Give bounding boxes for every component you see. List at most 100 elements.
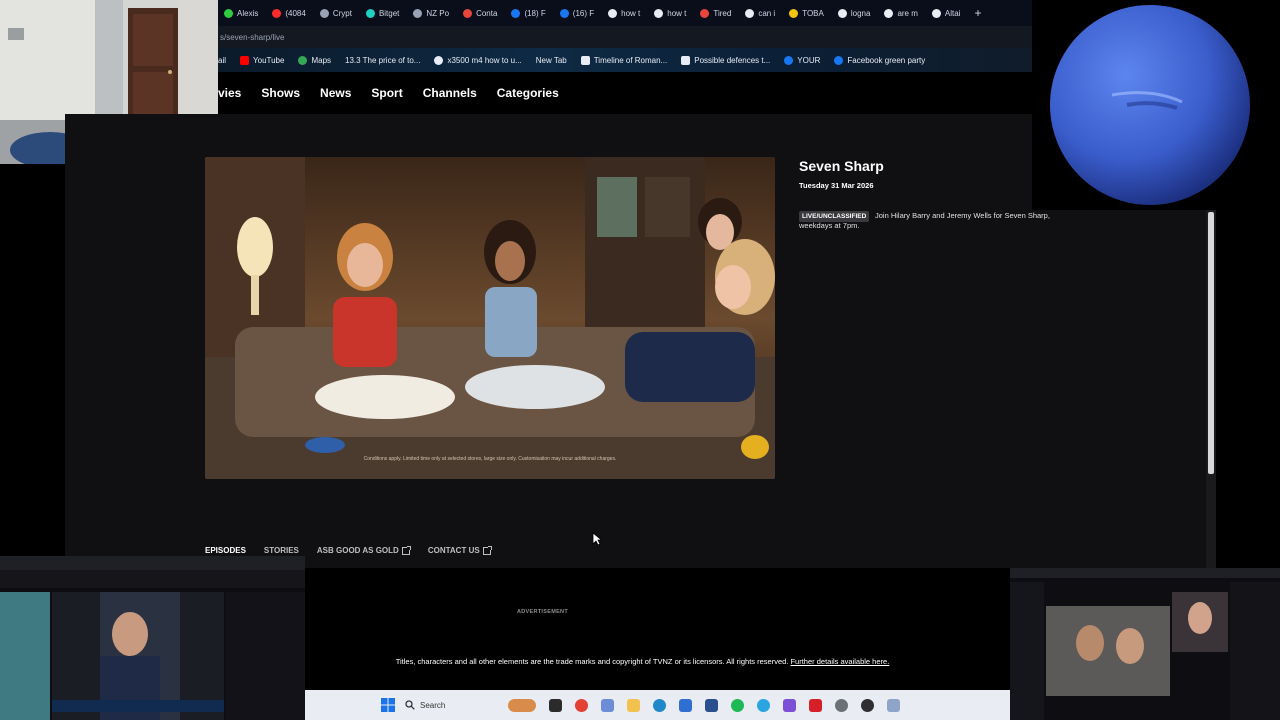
browser-tab[interactable]: Conta	[457, 2, 503, 24]
browser-tab[interactable]: can i	[739, 2, 781, 24]
browser-tab[interactable]: (18) F	[505, 2, 551, 24]
neptune-overlay	[1032, 0, 1280, 210]
widgets-icon[interactable]	[507, 698, 536, 712]
google-icon	[434, 55, 444, 65]
browser-tab[interactable]: how t	[648, 2, 692, 24]
chrome-icon[interactable]	[574, 698, 588, 712]
tab-favicon-icon	[463, 8, 473, 18]
show-title: Seven Sharp	[799, 158, 884, 174]
obs-icon[interactable]	[860, 698, 874, 712]
spotify-icon[interactable]	[730, 698, 744, 712]
youtube-favicon-icon	[272, 8, 282, 18]
stream-preview-right	[1010, 568, 1280, 720]
browser-tab[interactable]: are m	[878, 2, 923, 24]
windows-start-icon[interactable]	[381, 698, 395, 712]
browser-tab[interactable]: Alexis	[218, 2, 264, 24]
stream-preview-left	[0, 556, 305, 720]
nav-item-movies[interactable]: vies	[218, 86, 241, 100]
bookmark-new-tab[interactable]: New Tab	[536, 56, 567, 65]
google-favicon-icon	[837, 8, 847, 18]
google-favicon-icon	[654, 8, 664, 18]
external-link-icon	[401, 545, 411, 555]
google-favicon-icon	[608, 8, 618, 18]
video-caption: Conditions apply. Limited time only at s…	[363, 456, 617, 462]
search-icon	[405, 700, 415, 710]
bookmark-item[interactable]: x3500 m4 how to u...	[434, 55, 522, 65]
app-red-icon[interactable]	[808, 698, 822, 712]
google-favicon-icon	[931, 8, 941, 18]
reddit-favicon-icon	[700, 8, 710, 18]
bitget-favicon-icon	[365, 8, 375, 18]
bookmark-item[interactable]: Facebook green party	[834, 55, 925, 65]
photos-icon[interactable]	[600, 698, 614, 712]
advertisement-label: ADVERTISEMENT	[517, 609, 568, 615]
browser-tab[interactable]: logna	[832, 2, 877, 24]
bookmark-favicon-icon	[681, 55, 691, 65]
bookmark-item[interactable]: ail	[218, 56, 226, 65]
bookmark-item[interactable]: 13.3 The price of to...	[345, 56, 420, 65]
app-icon[interactable]	[886, 698, 900, 712]
browser-tab[interactable]: NZ Po	[407, 2, 455, 24]
wikipedia-icon	[580, 55, 590, 65]
further-details-link[interactable]: Further details available here.	[790, 657, 889, 666]
nav-item-sport[interactable]: Sport	[371, 86, 402, 100]
file-explorer-icon[interactable]	[626, 698, 640, 712]
show-tabs: EPISODES STORIES ASB GOOD AS GOLD CONTAC…	[205, 545, 509, 555]
facebook-icon	[784, 55, 794, 65]
tab-contact-us[interactable]: CONTACT US	[428, 545, 492, 555]
external-link-icon	[482, 545, 492, 555]
bookmark-youtube[interactable]: YouTube	[240, 55, 284, 65]
nav-item-channels[interactable]: Channels	[423, 86, 477, 100]
page-footer	[305, 568, 1010, 690]
tab-episodes[interactable]: EPISODES	[205, 546, 246, 555]
tab-favicon-icon	[413, 8, 423, 18]
outlook-icon[interactable]	[678, 698, 692, 712]
facebook-favicon-icon	[559, 8, 569, 18]
mouse-cursor-icon	[592, 532, 602, 546]
new-tab-button[interactable]: +	[968, 6, 987, 20]
task-view-icon[interactable]	[548, 698, 562, 712]
google-favicon-icon	[884, 8, 894, 18]
edge-icon[interactable]	[652, 698, 666, 712]
show-date: Tuesday 31 Mar 2026	[799, 181, 874, 190]
taskbar-search[interactable]: Search	[405, 695, 497, 715]
tab-stories[interactable]: STORIES	[264, 546, 299, 555]
scrollbar-thumb[interactable]	[1208, 212, 1214, 474]
twitch-icon[interactable]	[782, 698, 796, 712]
nav-item-shows[interactable]: Shows	[261, 86, 300, 100]
windows-taskbar: Search	[305, 690, 1010, 720]
nav-item-news[interactable]: News	[320, 86, 351, 100]
bookmark-item[interactable]: Possible defences t...	[681, 55, 770, 65]
site-navigation: vies Shows News Sport Channels Categorie…	[218, 72, 1032, 114]
facebook-icon	[834, 55, 844, 65]
tab-asb-good-as-gold[interactable]: ASB GOOD AS GOLD	[317, 545, 411, 555]
tab-favicon-icon	[224, 8, 233, 18]
browser-tab[interactable]: how t	[602, 2, 646, 24]
telegram-icon[interactable]	[756, 698, 770, 712]
browser-tab-strip: Alexis (4084 Crypt Bitget NZ Po Conta (1…	[218, 0, 1032, 26]
copyright-text: Titles, characters and all other element…	[395, 657, 789, 666]
facebook-favicon-icon	[511, 8, 521, 18]
browser-tab[interactable]: Crypt	[314, 2, 358, 24]
browser-tab[interactable]: Bitget	[360, 2, 405, 24]
url-text: s/seven-sharp/live	[220, 32, 285, 42]
settings-gear-icon[interactable]	[834, 698, 848, 712]
bookmark-item[interactable]: YOUR	[784, 55, 820, 65]
bookmark-item[interactable]: Timeline of Roman...	[580, 55, 667, 65]
bookmarks-bar: ail YouTube Maps 13.3 The price of to...…	[218, 48, 1032, 72]
live-classification-badge: LIVE/UNCLASSIFIED	[799, 211, 870, 222]
browser-tab[interactable]: Altai	[926, 2, 967, 24]
calculator-icon[interactable]	[704, 698, 718, 712]
nav-item-categories[interactable]: Categories	[497, 86, 559, 100]
google-favicon-icon	[745, 8, 755, 18]
copyright-notice: Titles, characters and all other element…	[305, 657, 980, 666]
address-bar[interactable]: s/seven-sharp/live	[218, 26, 1032, 48]
browser-tab[interactable]: (16) F	[554, 2, 600, 24]
bookmark-maps[interactable]: Maps	[298, 55, 331, 65]
live-video-player[interactable]	[205, 157, 775, 479]
browser-tab[interactable]: Tired	[694, 2, 737, 24]
map-pin-icon	[298, 55, 308, 65]
browser-tab[interactable]: TOBA	[783, 2, 830, 24]
tab-favicon-icon	[319, 8, 329, 18]
browser-tab[interactable]: (4084	[266, 2, 311, 24]
